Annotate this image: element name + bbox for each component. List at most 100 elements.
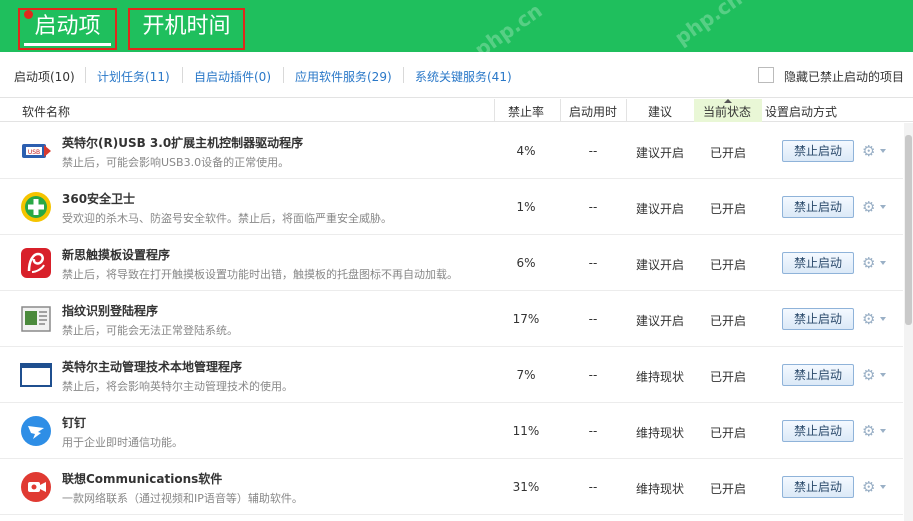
gear-icon[interactable]: ⚙ bbox=[862, 422, 888, 440]
filter-scheduled-tasks[interactable]: 计划任务(11) bbox=[97, 68, 170, 85]
software-desc: 用于企业即时通信功能。 bbox=[62, 436, 183, 449]
divider bbox=[494, 99, 495, 122]
disable-rate: 31% bbox=[512, 480, 540, 494]
svg-text:USB: USB bbox=[28, 149, 40, 156]
chevron-down-icon bbox=[880, 485, 886, 489]
table-row: 英特尔主动管理技术本地管理程序 禁止后，将会影响英特尔主动管理技术的使用。 7%… bbox=[0, 347, 903, 403]
software-desc: 受欢迎的杀木马、防盗号安全软件。禁止后，将面临严重安全威胁。 bbox=[62, 212, 392, 225]
col-software-name[interactable]: 软件名称 bbox=[22, 103, 70, 120]
gear-icon[interactable]: ⚙ bbox=[862, 366, 888, 384]
col-startup-time[interactable]: 启动用时 bbox=[569, 103, 617, 120]
table-row: 新思触摸板设置程序 禁止后，将导致在打开触摸板设置功能时出错，触摸板的托盘图标不… bbox=[0, 235, 903, 291]
chevron-down-icon bbox=[880, 373, 886, 377]
filter-system-services[interactable]: 系统关键服务(41) bbox=[415, 68, 512, 85]
disable-startup-button[interactable]: 禁止启动 bbox=[782, 308, 854, 330]
hide-disabled-checkbox[interactable] bbox=[758, 67, 774, 83]
col-startup-method[interactable]: 设置启动方式 bbox=[765, 103, 837, 120]
360-security-icon bbox=[21, 192, 51, 222]
startup-time: -- bbox=[588, 368, 598, 382]
tab-startup-items[interactable]: 启动项 bbox=[18, 8, 117, 50]
startup-time: -- bbox=[588, 424, 598, 438]
software-name: 360安全卫士 bbox=[62, 192, 136, 206]
synaptics-icon bbox=[21, 248, 51, 278]
software-desc: 禁止后，将会影响英特尔主动管理技术的使用。 bbox=[62, 380, 293, 393]
chevron-down-icon bbox=[880, 429, 886, 433]
filter-startup-items[interactable]: 启动项(10) bbox=[14, 68, 75, 85]
software-desc: 禁止后，可能会影响USB3.0设备的正常使用。 bbox=[62, 156, 290, 169]
disable-rate: 1% bbox=[516, 200, 536, 214]
software-desc: 一款网络联系（通过视频和IP语音等）辅助软件。 bbox=[62, 492, 303, 505]
disable-rate: 4% bbox=[516, 144, 536, 158]
divider bbox=[283, 67, 284, 83]
chevron-down-icon bbox=[880, 261, 886, 265]
table-row: 指纹识别登陆程序 禁止后，可能会无法正常登陆系统。 17% -- 建议开启 已开… bbox=[0, 291, 903, 347]
startup-time: -- bbox=[588, 312, 598, 326]
disable-rate: 6% bbox=[516, 256, 536, 270]
vertical-scrollbar[interactable] bbox=[904, 123, 913, 521]
col-advice[interactable]: 建议 bbox=[648, 103, 672, 120]
software-name: 联想Communications软件 bbox=[62, 472, 223, 486]
disable-startup-button[interactable]: 禁止启动 bbox=[782, 196, 854, 218]
column-header: 软件名称 禁止率 启动用时 建议 当前状态 设置启动方式 bbox=[0, 99, 913, 122]
current-state: 已开启 bbox=[709, 426, 746, 440]
advice: 建议开启 bbox=[635, 258, 684, 272]
dingtalk-icon bbox=[21, 416, 51, 446]
tab-boot-time[interactable]: 开机时间 bbox=[128, 8, 245, 50]
divider bbox=[403, 67, 404, 83]
active-tab-underline bbox=[24, 43, 111, 46]
advice: 建议开启 bbox=[635, 314, 684, 328]
disable-rate: 11% bbox=[512, 424, 540, 438]
current-state: 已开启 bbox=[709, 370, 746, 384]
current-state: 已开启 bbox=[709, 258, 746, 272]
top-header: 启动项 开机时间 php.cn php.cn bbox=[0, 0, 913, 62]
fingerprint-app-icon bbox=[21, 306, 51, 332]
table-row: 360安全卫士 受欢迎的杀木马、防盗号安全软件。禁止后，将面临严重安全威胁。 1… bbox=[0, 179, 903, 235]
intel-amt-icon bbox=[20, 363, 52, 387]
software-name: 钉钉 bbox=[62, 416, 87, 430]
gear-icon[interactable]: ⚙ bbox=[862, 142, 888, 160]
advice: 维持现状 bbox=[635, 426, 684, 440]
tab-startup-items-label: 启动项 bbox=[34, 14, 101, 39]
disable-startup-button[interactable]: 禁止启动 bbox=[782, 252, 854, 274]
software-desc: 禁止后，将导致在打开触摸板设置功能时出错，触摸板的托盘图标不再自动加载。 bbox=[62, 268, 458, 281]
advice: 建议开启 bbox=[635, 146, 684, 160]
software-name: 英特尔主动管理技术本地管理程序 bbox=[62, 360, 243, 374]
advice: 建议开启 bbox=[635, 202, 684, 216]
chevron-down-icon bbox=[880, 149, 886, 153]
lenovo-communications-icon bbox=[21, 472, 51, 502]
startup-time: -- bbox=[588, 256, 598, 270]
col-current-state[interactable]: 当前状态 bbox=[703, 103, 751, 120]
filter-autostart-plugins[interactable]: 自启动插件(0) bbox=[194, 68, 271, 85]
divider bbox=[560, 99, 561, 122]
hide-disabled-label: 隐藏已禁止启动的项目 bbox=[784, 70, 905, 84]
gear-icon[interactable]: ⚙ bbox=[862, 254, 888, 272]
software-desc: 禁止后，可能会无法正常登陆系统。 bbox=[62, 324, 238, 337]
gear-icon[interactable]: ⚙ bbox=[862, 310, 888, 328]
current-state: 已开启 bbox=[709, 314, 746, 328]
col-disable-rate[interactable]: 禁止率 bbox=[508, 103, 544, 120]
gear-icon[interactable]: ⚙ bbox=[862, 478, 888, 496]
filter-app-services[interactable]: 应用软件服务(29) bbox=[295, 68, 392, 85]
tab-boot-time-label: 开机时间 bbox=[142, 14, 231, 39]
table-row: 联想Communications软件 一款网络联系（通过视频和IP语音等）辅助软… bbox=[0, 459, 903, 515]
startup-time: -- bbox=[588, 480, 598, 494]
divider bbox=[626, 99, 627, 122]
disable-startup-button[interactable]: 禁止启动 bbox=[782, 420, 854, 442]
chevron-down-icon bbox=[880, 317, 886, 321]
current-state: 已开启 bbox=[709, 202, 746, 216]
disable-rate: 17% bbox=[512, 312, 540, 326]
scrollbar-thumb[interactable] bbox=[905, 135, 912, 325]
current-state: 已开启 bbox=[709, 482, 746, 496]
disable-startup-button[interactable]: 禁止启动 bbox=[782, 476, 854, 498]
startup-time: -- bbox=[588, 200, 598, 214]
software-name: 新思触摸板设置程序 bbox=[62, 248, 171, 262]
divider bbox=[85, 67, 86, 83]
disable-startup-button[interactable]: 禁止启动 bbox=[782, 364, 854, 386]
advice: 维持现状 bbox=[635, 482, 684, 496]
gear-icon[interactable]: ⚙ bbox=[862, 198, 888, 216]
disable-startup-button[interactable]: 禁止启动 bbox=[782, 140, 854, 162]
software-name: 英特尔(R)USB 3.0扩展主机控制器驱动程序 bbox=[62, 136, 304, 150]
watermark: php.cn bbox=[670, 0, 747, 50]
table-row: USB 英特尔(R)USB 3.0扩展主机控制器驱动程序 禁止后，可能会影响US… bbox=[0, 123, 903, 179]
table-row: 钉钉 用于企业即时通信功能。 11% -- 维持现状 已开启 禁止启动 ⚙ bbox=[0, 403, 903, 459]
